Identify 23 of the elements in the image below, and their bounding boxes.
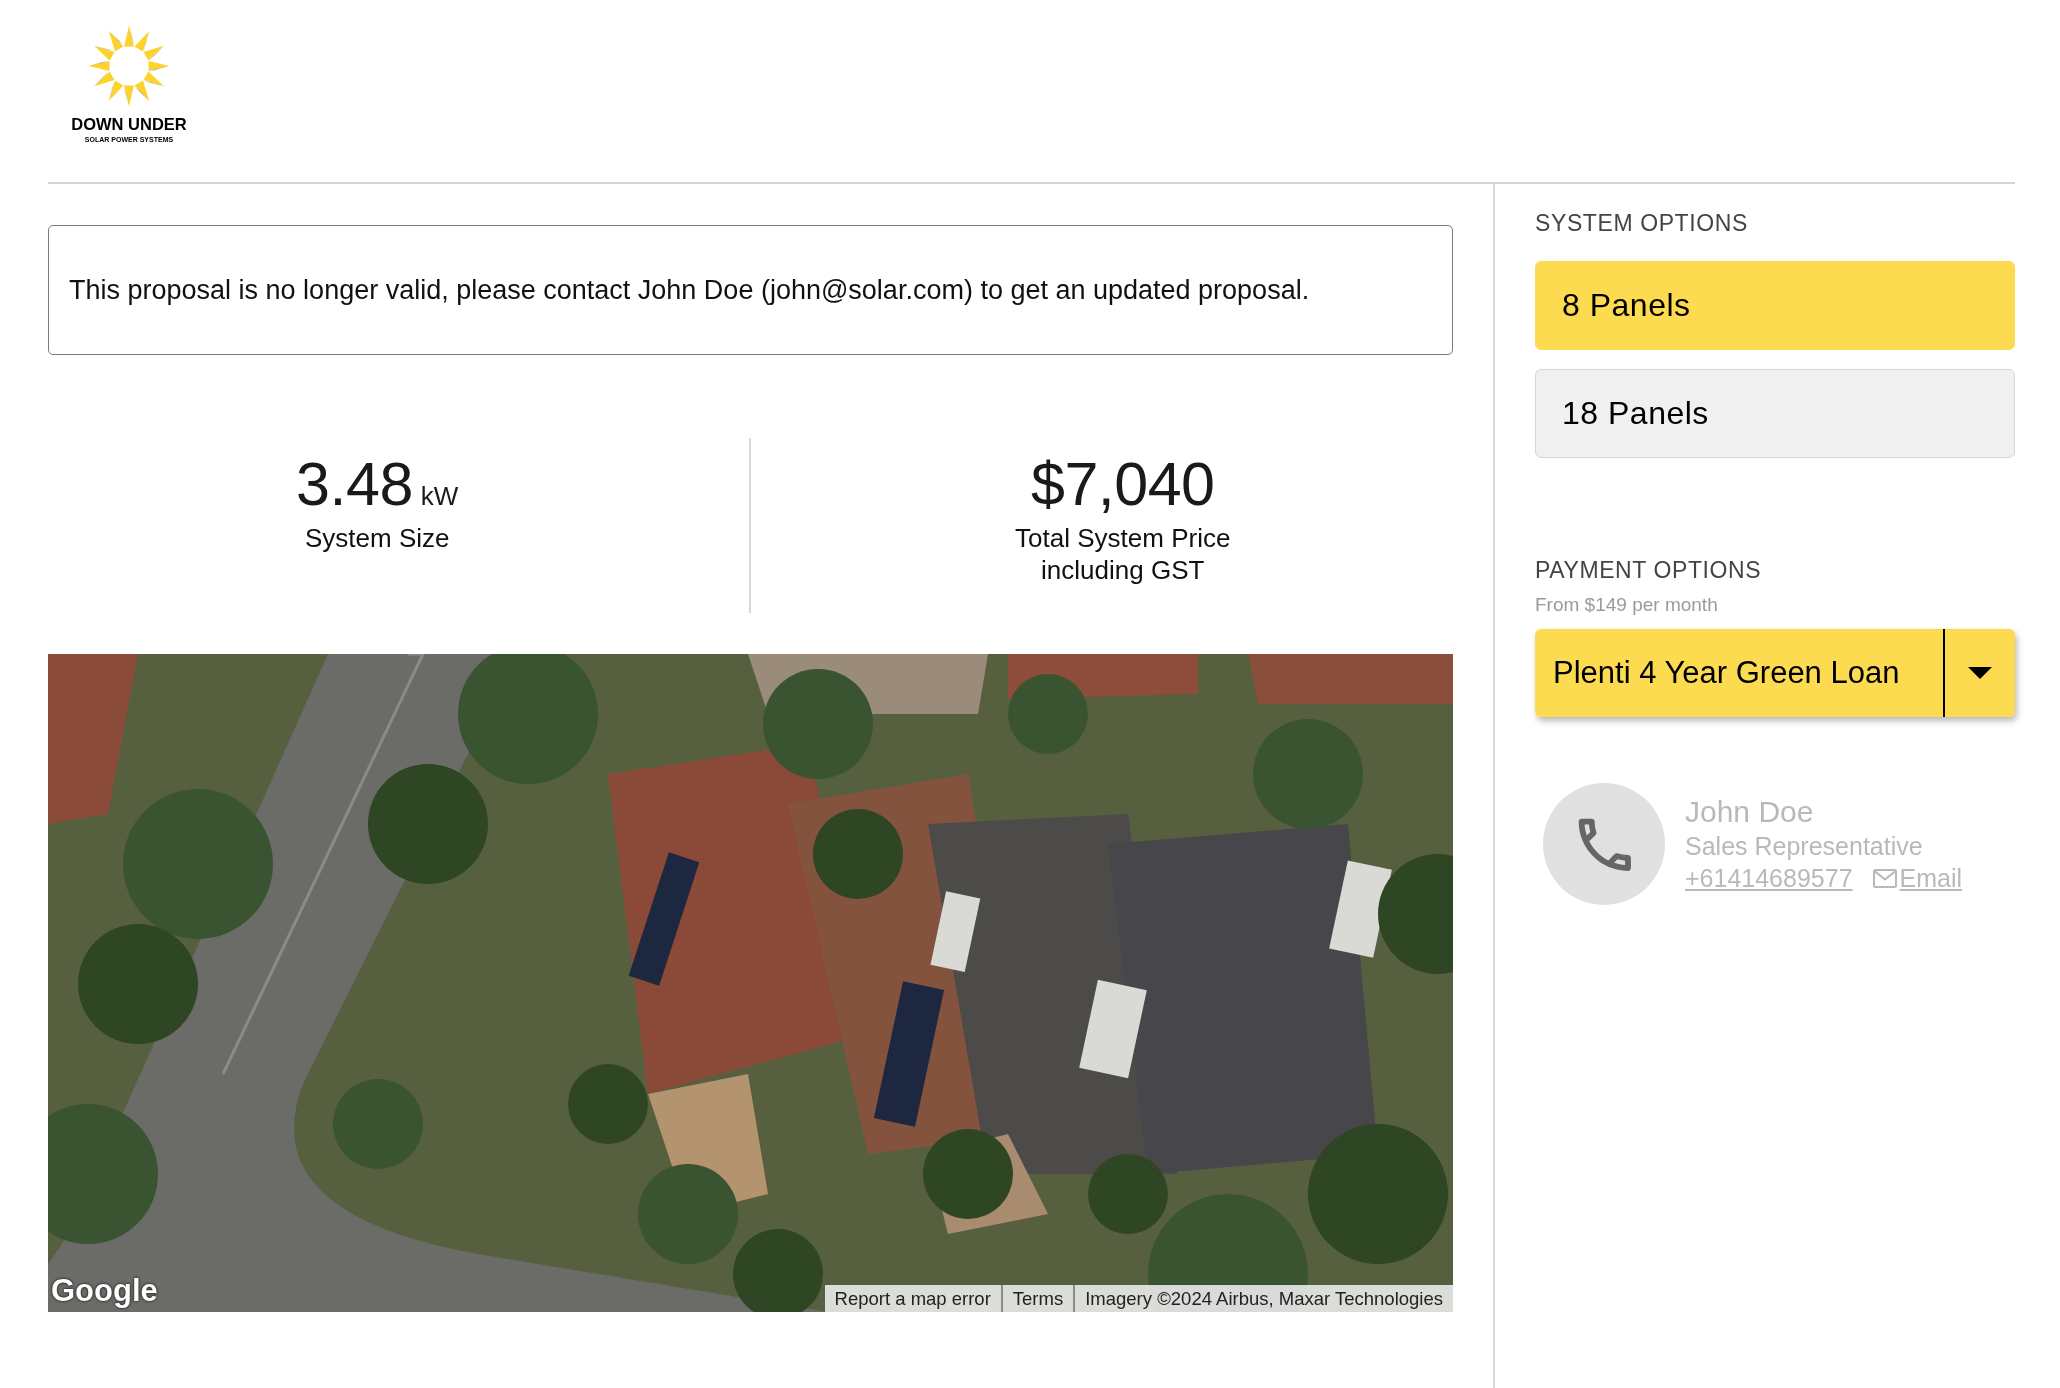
logo-name: DOWN UNDER <box>71 115 187 133</box>
contact-name: John Doe <box>1685 794 1815 830</box>
stat-label: System Size <box>305 522 450 554</box>
map-attribution-link[interactable]: Terms <box>1000 1285 1074 1312</box>
system-option-button[interactable]: 18 Panels <box>1535 369 2015 458</box>
mail-icon <box>1872 868 1897 888</box>
payment-subtitle: From $149 per month <box>1535 593 1719 617</box>
stat-value: 3.48 <box>296 452 413 516</box>
stat-value: $7,040 <box>1030 452 1215 516</box>
phone-icon <box>1543 783 1665 905</box>
map-attribution-text: Imagery ©2024 Airbus, Maxar Technologies <box>1073 1285 1453 1312</box>
caret-icon <box>1968 667 1992 679</box>
map-logo: Google <box>51 1274 158 1308</box>
system-option-button[interactable]: 8 Panels <box>1535 261 2015 350</box>
alert-message: This proposal is no longer valid, please contact John Doe (john@solar.com) to get an updated proposal. <box>69 274 1310 306</box>
stat-unit: kW <box>420 481 459 511</box>
section-title: SYSTEM OPTIONS <box>1535 210 1749 236</box>
payment-plan-button[interactable]: Plenti 4 Year Green Loan <box>1535 629 1943 717</box>
contact-role: Sales Representative <box>1685 831 1924 862</box>
dropdown-toggle-button[interactable] <box>1943 629 2015 717</box>
section-title: PAYMENT OPTIONS <box>1535 557 1763 583</box>
stat-label: Total System Price including GST <box>1014 522 1232 586</box>
map-attribution-link[interactable]: Report a map error <box>824 1285 1001 1312</box>
